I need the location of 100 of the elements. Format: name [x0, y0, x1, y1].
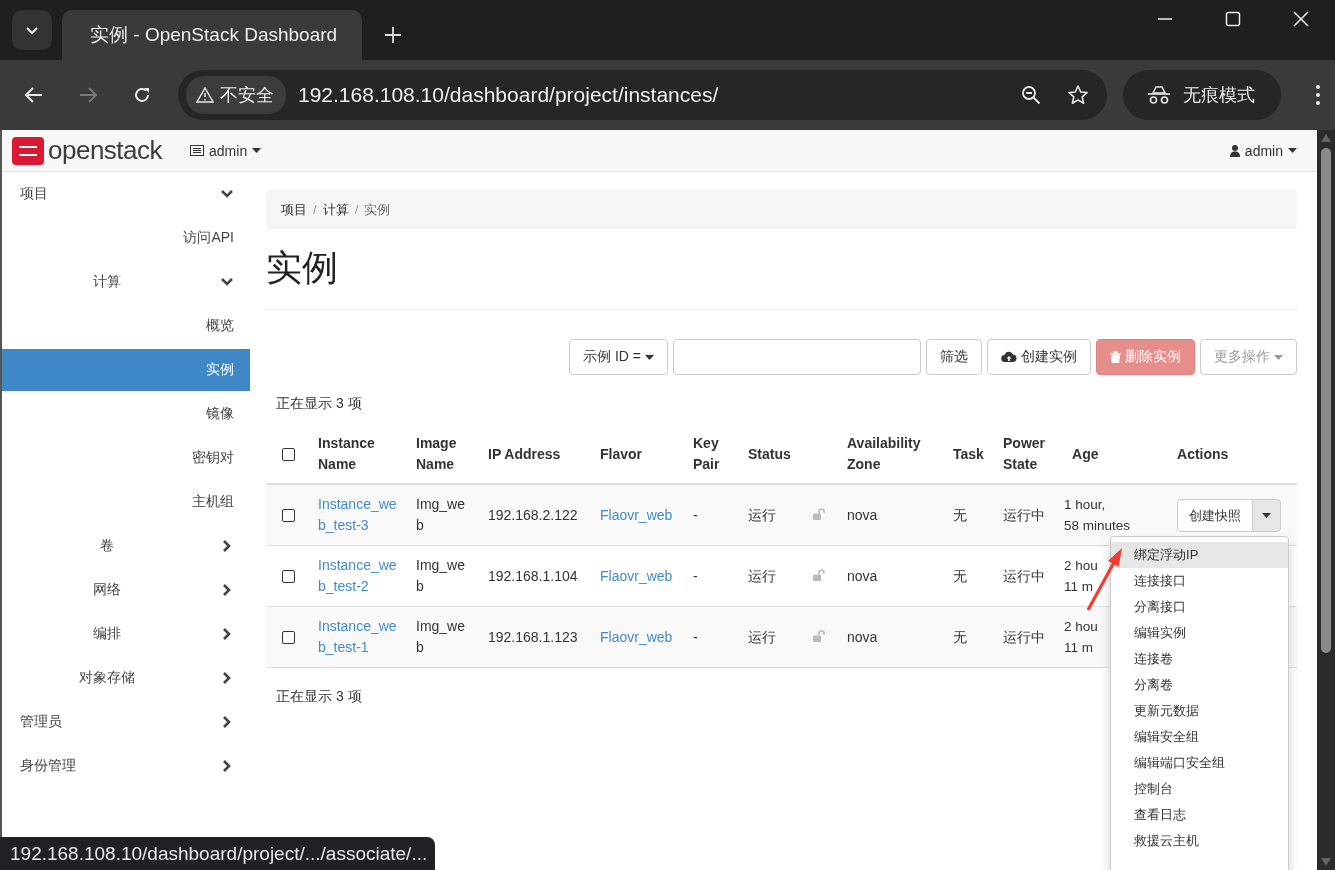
user-menu[interactable]: admin [1229, 142, 1297, 159]
age-text: 58 minutes [1064, 517, 1131, 535]
table-cell-text: Img_web [416, 617, 467, 657]
breadcrumb-item: 实例 [364, 200, 391, 219]
breadcrumb-item[interactable]: 计算 [322, 200, 349, 219]
warning-icon [196, 87, 214, 103]
menu-item[interactable]: 查看日志 [1111, 801, 1288, 828]
age-text: 11 m [1064, 578, 1094, 596]
sidebar-item[interactable]: 网络 [2, 568, 250, 612]
column-header: Actions [1177, 445, 1229, 462]
caret-icon [645, 354, 654, 360]
sidebar-item[interactable]: 镜像 [2, 392, 250, 436]
menu-item[interactable]: 编辑实例 [1111, 619, 1288, 646]
sidebar-item[interactable]: 密钥对 [2, 436, 250, 480]
menu-item[interactable]: 救援云主机 [1111, 827, 1288, 854]
zoom-out-icon[interactable] [1021, 85, 1041, 105]
reload-icon[interactable] [132, 85, 152, 105]
menu-item[interactable]: 控制台 [1111, 775, 1288, 802]
list-icon [190, 145, 205, 156]
incognito-label: 无痕模式 [1183, 84, 1255, 107]
security-chip[interactable]: 不安全 [186, 76, 286, 114]
breadcrumb-item[interactable]: 项目 [281, 200, 307, 219]
table-cell: nova [847, 506, 878, 523]
table-cell: 无 [953, 567, 967, 584]
table-cell: 运行中 [1003, 506, 1045, 523]
item-count: 正在显示 3 项 [275, 394, 363, 413]
age-text: 2 hou [1064, 618, 1098, 636]
table-cell: 运行中 [1003, 628, 1045, 645]
star-icon[interactable] [1067, 84, 1089, 106]
table-cell: 运行中 [1003, 567, 1045, 584]
browser-tab[interactable]: 实例 - OpenStack Dashboard [62, 10, 362, 60]
table-cell: 无 [953, 628, 967, 645]
incognito-icon [1147, 85, 1171, 105]
caret-icon [252, 148, 262, 153]
filter-select[interactable]: 示例 ID = [569, 339, 668, 375]
scrollbar-thumb[interactable] [1321, 148, 1331, 653]
forward-icon[interactable] [78, 85, 98, 105]
flavor-link[interactable]: Flaovr_web [600, 567, 673, 584]
sidebar-item[interactable]: 主机组 [2, 480, 250, 524]
table-cell: - [693, 567, 698, 584]
filter-button[interactable]: 筛选 [926, 339, 982, 375]
unlocked-padlock-icon [813, 507, 825, 520]
menu-item[interactable]: 连接卷 [1111, 645, 1288, 672]
table-cell: 运行 [748, 567, 776, 584]
logo-text: openstack [48, 135, 163, 166]
sidebar-item[interactable]: 管理员 [2, 700, 250, 744]
user-icon [1229, 144, 1240, 157]
address-bar[interactable]: 不安全 192.168.108.10/dashboard/project/instances/ [178, 70, 1107, 120]
menu-item[interactable]: 编辑安全组 [1111, 723, 1288, 750]
column-header: Availability Zone [847, 435, 921, 472]
create-instance-button[interactable]: 创建实例 [987, 339, 1091, 375]
sidebar-item[interactable]: 访问API [2, 216, 250, 260]
item-count: 正在显示 3 项 [275, 687, 363, 706]
column-header: Image Name [416, 435, 457, 472]
table-cell: - [693, 628, 698, 645]
scrollbar[interactable] [1317, 130, 1335, 870]
row-checkbox[interactable] [282, 631, 295, 645]
instance-link[interactable]: Instance_web_test-2 [318, 555, 400, 597]
column-header: Instance Name [318, 435, 375, 472]
menu-item[interactable]: 更新元数据 [1111, 697, 1288, 724]
sidebar-item[interactable]: 计算 [2, 260, 250, 304]
incognito-chip[interactable]: 无痕模式 [1123, 70, 1281, 120]
sidebar-item[interactable]: 实例 [2, 349, 250, 391]
actions-dropdown-toggle[interactable] [1252, 498, 1281, 532]
maximize-icon[interactable] [1225, 11, 1241, 27]
caret-icon [1274, 354, 1283, 360]
sidebar-item[interactable]: 项目 [2, 172, 250, 216]
table-cell: 192.168.1.104 [488, 567, 578, 584]
scroll-up-arrow-icon[interactable] [1321, 134, 1331, 142]
table-cell-text: Img_web [416, 556, 467, 596]
sidebar-item[interactable]: 编排 [2, 612, 250, 656]
sidebar-item[interactable]: 对象存储 [2, 656, 250, 700]
column-header: Status [748, 445, 791, 462]
table-cell: nova [847, 567, 878, 584]
filter-input[interactable] [673, 339, 921, 375]
row-checkbox[interactable] [282, 509, 295, 523]
close-icon[interactable] [1293, 11, 1309, 27]
menu-item[interactable]: 编辑端口安全组 [1111, 749, 1288, 776]
age-text: 2 hou [1064, 557, 1098, 575]
back-icon[interactable] [24, 85, 44, 105]
scroll-down-arrow-icon[interactable] [1321, 858, 1331, 866]
tab-title: 实例 - OpenStack Dashboard [90, 23, 338, 47]
menu-item[interactable]: 分离接口 [1111, 593, 1288, 620]
menu-item[interactable]: 分离卷 [1111, 671, 1288, 698]
table-cell: - [693, 506, 698, 523]
menu-item[interactable]: 连接接口 [1111, 567, 1288, 594]
sidebar-item[interactable]: 概览 [2, 304, 250, 348]
select-all-checkbox[interactable] [282, 448, 295, 462]
column-header: Key Pair [693, 435, 720, 472]
row-checkbox[interactable] [282, 570, 295, 584]
menu-item[interactable]: 绑定浮动IP [1111, 541, 1288, 568]
table-cell: 192.168.1.123 [488, 628, 578, 645]
table-cell-text: Img_web [416, 495, 467, 535]
sidebar-item[interactable]: 身份管理 [2, 744, 250, 788]
snapshot-button[interactable]: 创建快照 [1177, 498, 1253, 532]
column-header: Power State [1003, 435, 1046, 472]
project-menu[interactable]: admin [190, 142, 262, 159]
new-tab-icon[interactable] [384, 26, 402, 44]
kebab-menu-icon[interactable] [1315, 84, 1321, 106]
sidebar-item[interactable]: 卷 [2, 524, 250, 568]
